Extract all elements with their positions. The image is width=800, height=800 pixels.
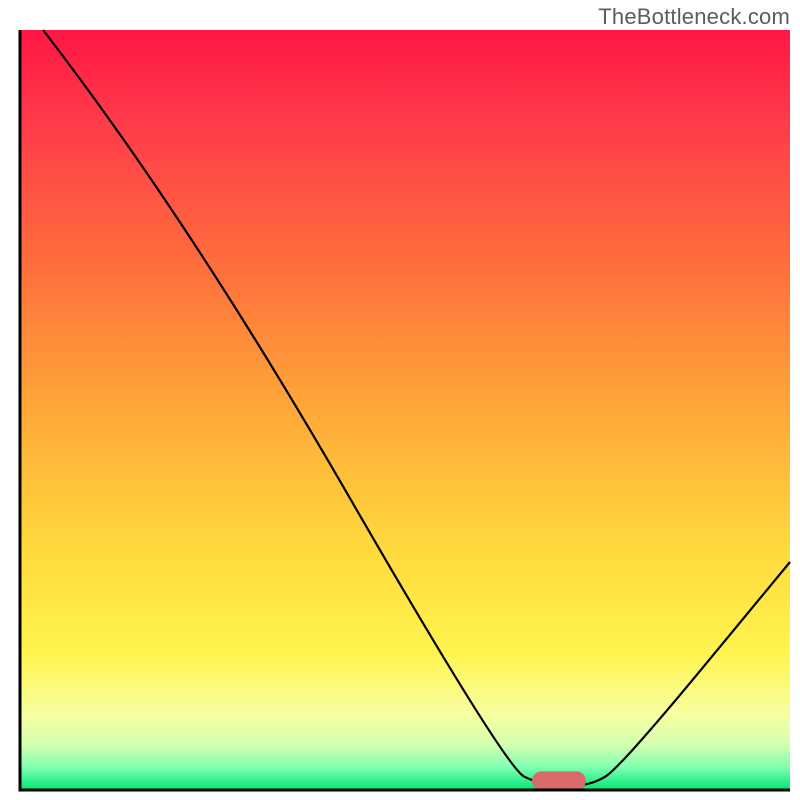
optimal-marker (532, 771, 586, 790)
chart-container: { "watermark": "TheBottleneck.com", "cha… (0, 0, 800, 800)
bottleneck-chart (0, 0, 800, 800)
watermark-text: TheBottleneck.com (598, 4, 790, 30)
plot-background (20, 30, 790, 790)
